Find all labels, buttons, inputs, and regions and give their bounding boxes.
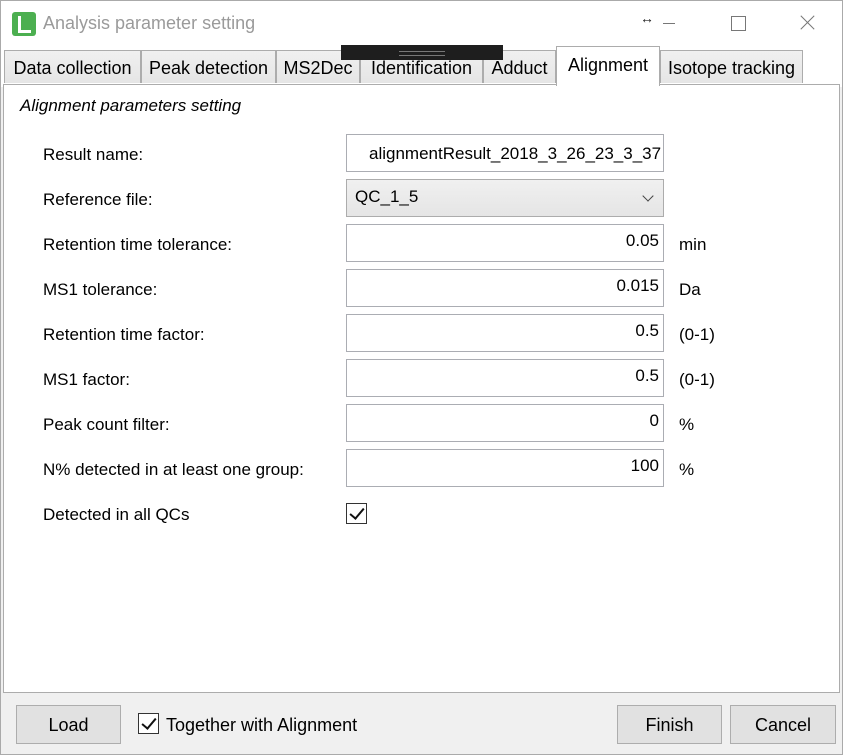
- close-button[interactable]: [785, 1, 831, 45]
- rt-factor-input[interactable]: 0.5: [346, 314, 664, 352]
- together-with-alignment-label: Together with Alignment: [166, 715, 358, 735]
- result-name-input[interactable]: alignmentResult_2018_3_26_23_3_37: [346, 134, 664, 172]
- section-title: Alignment parameters setting: [20, 96, 242, 115]
- ms1-tolerance-label: MS1 tolerance:: [43, 280, 158, 299]
- ms1-tolerance-input[interactable]: 0.015: [346, 269, 664, 307]
- rt-factor-label: Retention time factor:: [43, 325, 205, 344]
- detected-in-all-qcs-label: Detected in all QCs: [43, 505, 190, 524]
- peak-count-filter-label: Peak count filter:: [43, 415, 170, 434]
- finish-button[interactable]: Finish: [617, 705, 722, 744]
- ms1-factor-label: MS1 factor:: [43, 370, 130, 389]
- rt-factor-unit: (0-1): [679, 325, 715, 344]
- n-percent-detected-unit: %: [679, 460, 695, 479]
- rt-tolerance-label: Retention time tolerance:: [43, 235, 232, 254]
- tab-isotope-tracking[interactable]: Isotope tracking: [660, 50, 803, 83]
- title-bar[interactable]: Analysis parameter setting ↔: [1, 1, 842, 45]
- ms1-tolerance-unit: Da: [679, 280, 701, 299]
- ms1-factor-unit: (0-1): [679, 370, 715, 389]
- load-button[interactable]: Load: [16, 705, 121, 744]
- app-icon: [12, 12, 36, 36]
- ms1-factor-input[interactable]: 0.5: [346, 359, 664, 397]
- peak-count-filter-input[interactable]: 0: [346, 404, 664, 442]
- rt-tolerance-unit: min: [679, 235, 707, 254]
- window-title: Analysis parameter setting: [43, 13, 256, 33]
- tab-data-collection[interactable]: Data collection: [4, 50, 141, 83]
- cancel-button[interactable]: Cancel: [730, 705, 836, 744]
- detected-in-all-qcs-checkbox[interactable]: [346, 503, 367, 524]
- together-with-alignment-checkbox[interactable]: [138, 713, 159, 734]
- n-percent-detected-label: N% detected in at least one group:: [43, 460, 304, 479]
- drag-handle[interactable]: [341, 45, 503, 60]
- tab-peak-detection[interactable]: Peak detection: [141, 50, 276, 83]
- tab-alignment[interactable]: Alignment: [556, 46, 660, 86]
- minimize-button[interactable]: [646, 1, 692, 45]
- maximize-button[interactable]: [715, 1, 761, 45]
- reference-file-label: Reference file:: [43, 190, 153, 209]
- rt-tolerance-input[interactable]: 0.05: [346, 224, 664, 262]
- result-name-label: Result name:: [43, 145, 144, 164]
- reference-file-select[interactable]: QC_1_5: [346, 179, 664, 217]
- n-percent-detected-input[interactable]: 100: [346, 449, 664, 487]
- peak-count-filter-unit: %: [679, 415, 695, 434]
